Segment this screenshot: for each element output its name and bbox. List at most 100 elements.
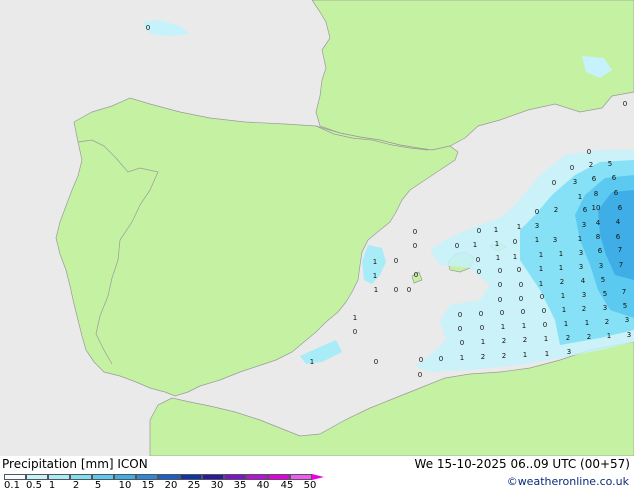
precip-value-label: 3 [573,178,577,186]
precip-value-label: 1 [374,286,378,294]
precip-value-label: 6 [616,233,621,241]
precip-value-label: 8 [594,190,598,198]
precip-value-label: 5 [623,302,627,310]
precip-value-label: 1 [517,223,521,231]
precip-value-label: 1 [523,351,527,359]
legend-tick-label: 25 [187,480,201,491]
precip-value-label: 0 [542,307,546,315]
legend-tick-label: 0.5 [26,480,42,491]
precip-value-label: 8 [596,233,600,241]
precip-value-label: 1 [495,240,499,248]
precip-value-label: 2 [554,206,558,214]
precip-value-label: 3 [579,263,583,271]
precip-value-label: 0 [458,311,462,319]
precip-value-label: 0 [498,281,502,289]
precip-value-label: 1 [539,265,543,273]
legend-tick-label: 1 [48,480,56,491]
precip-value-label: 1 [373,272,377,280]
precip-value-label: 1 [545,350,549,358]
legend-tick-label: 5 [94,480,102,491]
precip-value-label: 3 [579,249,583,257]
precip-value-label: 3 [582,291,586,299]
precip-value-label: 0 [394,286,398,294]
precip-value-label: 2 [502,352,506,360]
valid-time: We 15-10-2025 06..09 UTC (00+57) [414,457,630,471]
precip-value-label: 3 [627,331,631,339]
precip-value-label: 1 [494,226,498,234]
precip-value-label: 6 [612,174,617,182]
precip-value-label: 6 [614,189,619,197]
precip-value-label: 1 [564,320,568,328]
precip-value-label: 0 [498,296,502,304]
precip-value-label: 6 [583,206,588,214]
legend-tick-label: 2 [72,480,80,491]
map-footer: Precipitation [mm] ICON We 15-10-2025 06… [0,456,634,491]
legend-tick-label: 40 [256,480,270,491]
precip-value-label: 3 [599,262,603,270]
precip-value-label: 0 [407,286,411,294]
precip-value-label: 0 [479,310,483,318]
precip-value-label: 3 [582,221,586,229]
precip-value-label: 0 [543,321,547,329]
precip-value-label: 1 [310,358,314,366]
precip-value-label: 2 [605,318,609,326]
precip-value-label: 1 [578,193,582,201]
legend-tick-labels: 0.1 0.5 1 2 5 10 15 20 25 30 35 40 45 50 [0,480,340,491]
precip-value-label: 7 [618,246,622,254]
precip-value-label: 2 [582,305,586,313]
precip-value-label: 4 [616,218,621,226]
precip-value-label: 1 [481,338,485,346]
precip-value-label: 3 [625,316,629,324]
precip-value-label: 0 [552,179,556,187]
legend-tick-label: 45 [280,480,294,491]
precip-value-label: 4 [596,219,601,227]
precip-value-label: 5 [601,276,605,284]
precip-value-label: 1 [539,280,543,288]
precip-value-label: 0 [519,281,523,289]
precip-value-label: 0 [413,242,417,250]
precip-value-label: 1 [607,332,611,340]
legend-tick-label: 30 [210,480,224,491]
precip-value-label: 6 [598,247,603,255]
legend-tick-label: 35 [233,480,247,491]
precip-value-label: 1 [501,323,505,331]
precip-value-label: 4 [581,277,586,285]
precip-value-label: 0 [353,328,357,336]
legend-tick-label: 20 [164,480,178,491]
precip-value-label: 1 [513,253,517,261]
precip-value-label: 1 [562,306,566,314]
credit-link[interactable]: ©weatheronline.co.uk [507,475,629,488]
precip-value-label: 1 [373,258,377,266]
precip-value-label: 0 [535,208,539,216]
precip-value-label: 2 [523,336,527,344]
precip-value-label: 0 [477,227,481,235]
precip-value-label: 0 [394,257,398,265]
precip-value-label: 0 [623,100,627,108]
precip-value-label: 1 [559,250,563,258]
precip-value-label: 2 [587,333,591,341]
precip-value-label: 1 [539,251,543,259]
precip-value-label: 0 [455,242,459,250]
precip-value-label: 2 [566,334,570,342]
precip-value-label: 1 [561,292,565,300]
precip-value-label: 0 [513,238,517,246]
precip-value-label: 5 [608,160,612,168]
precip-value-label: 0 [146,24,150,32]
precip-value-label: 2 [481,353,485,361]
precip-value-label: 0 [460,339,464,347]
precip-value-label: 6 [618,204,623,212]
precip-value-label: 0 [458,325,462,333]
precip-value-label: 0 [476,256,480,264]
precip-value-label: 5 [603,290,607,298]
precip-value-label: 0 [540,293,544,301]
precip-value-label: 0 [374,358,378,366]
precip-value-label: 1 [496,254,500,262]
precip-value-label: 0 [413,228,417,236]
precip-value-label: 1 [353,314,357,322]
precip-value-label: 3 [567,348,571,356]
precip-value-label: 1 [473,241,477,249]
map-canvas: 0000 2 53 6 601 8 60 2 6 10 61 3 3 4 40 0 10 1 3 1 8 60 0 1 11 1 1… [0,0,634,456]
precip-value-label: 1 [578,235,582,243]
precip-value-label: 1 [544,335,548,343]
legend-tick-label: 15 [141,480,155,491]
